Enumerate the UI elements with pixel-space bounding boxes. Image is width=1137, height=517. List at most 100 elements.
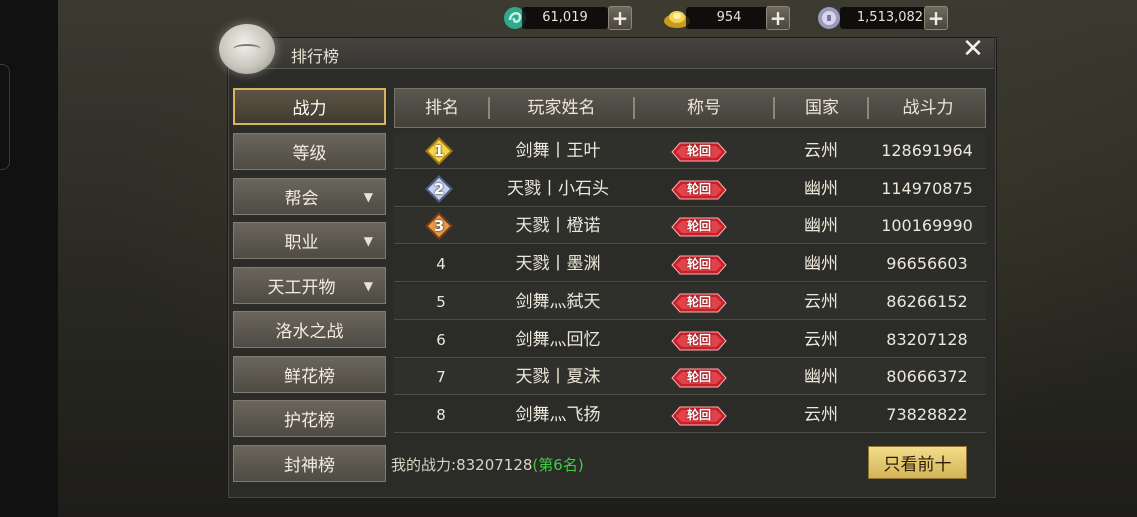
header-player-name: 玩家姓名 [527,98,596,118]
menu-item-label: 职业 [284,233,319,253]
title-text: 轮回 [686,294,711,309]
dropdown-arrow-icon: ▼ [363,190,373,204]
player-country: 云州 [804,329,838,350]
rank-number: 7 [436,368,446,387]
player-country: 云州 [804,404,838,425]
menu-item-label: 等级 [292,144,327,164]
title-text: 轮回 [686,370,711,385]
title-text: 轮回 [686,144,711,158]
menu-item-label: 护花榜 [284,411,335,431]
player-name: 剑舞灬弑天 [515,291,601,312]
menu-item-label: 战力 [292,99,327,119]
player-title-badge: 轮回 [634,322,774,358]
menu-item[interactable]: 洛水之战 [233,311,386,348]
player-name: 剑舞灬回忆 [515,329,601,350]
menu-item-label: 天工开物 [267,278,336,298]
ranking-row[interactable]: 6 剑舞灬回忆 轮回 云州 83207128 [394,322,986,358]
player-title-badge: 轮回 [634,359,774,395]
silver-coin-icon [818,7,840,29]
player-country: 幽州 [804,367,838,388]
rank-medal: 1 [394,133,488,169]
silver-medal-icon: 2 [424,174,454,204]
rank-number: 8 [436,405,446,424]
player-name: 天戮丨小石头 [507,178,609,199]
my-power-label: 我的战力: [391,456,457,474]
player-name: 天戮丨墨渊 [515,254,601,275]
player-country: 云州 [804,291,838,312]
menu-item-label: 鲜花榜 [284,367,335,387]
menu-item[interactable]: 帮会 ▼ [233,178,386,215]
add-jade-button[interactable]: + [608,6,632,30]
player-title-badge: 轮回 [634,284,774,320]
player-power: 96656603 [886,254,968,274]
header-title: 称号 [687,98,721,118]
title-text: 轮回 [686,181,711,196]
player-power: 83207128 [886,329,968,349]
ranking-row[interactable]: 1 剑舞丨王叶 轮回 云州 128691964 [394,133,986,169]
gold-amount: 954 [686,7,772,29]
rank-number: 6 [436,330,446,349]
my-rank: (第6名) [532,456,584,474]
my-power: 我的战力:83207128(第6名) [391,454,584,475]
menu-item[interactable]: 鲜花榜 [233,356,386,393]
rank-number: 5 [436,292,446,311]
ranking-row[interactable]: 3 天戮丨橙诺 轮回 幽州 100169990 [394,208,986,245]
menu-item[interactable]: 天工开物 ▼ [233,267,386,304]
player-name: 天戮丨橙诺 [515,216,601,237]
player-title-badge: 轮回 [634,171,774,207]
jade-amount: 61,019 [522,7,608,29]
menu-item[interactable]: 战力 [233,88,386,125]
player-title-badge: 轮回 [634,397,774,433]
panel-header [228,38,994,69]
show-top-ten-button[interactable]: 只看前十 [868,446,967,479]
add-silver-button[interactable]: + [924,6,948,30]
player-country: 云州 [804,141,838,161]
rank-number: 3 [433,217,445,236]
ranking-row[interactable]: 5 剑舞灬弑天 轮回 云州 86266152 [394,284,986,320]
title-text: 轮回 [686,219,711,234]
player-country: 幽州 [804,178,838,199]
rank-number: 4 [436,255,446,274]
menu-item[interactable]: 封神榜 [233,445,386,482]
menu-item-label: 洛水之战 [275,322,344,342]
panel-title: 排行榜 [291,47,340,66]
medallion-icon [219,24,275,74]
player-power: 100169990 [881,216,973,236]
menu-item[interactable]: 等级 [233,133,386,170]
gold-medal-icon: 1 [424,136,454,166]
player-power: 86266152 [886,291,968,311]
player-title-badge: 轮回 [634,208,774,244]
menu-item-label: 帮会 [284,189,319,209]
rank-number: 2 [433,179,445,198]
ranking-row[interactable]: 2 天戮丨小石头 轮回 幽州 114970875 [394,171,986,207]
header-power: 战斗力 [902,98,954,118]
dropdown-arrow-icon: ▼ [363,234,373,248]
menu-item[interactable]: 护花榜 [233,400,386,437]
player-name: 剑舞丨王叶 [515,141,601,161]
rank-medal: 3 [394,208,488,244]
menu-item[interactable]: 职业 ▼ [233,222,386,259]
bronze-medal-icon: 3 [424,211,454,241]
player-power: 80666372 [886,367,968,387]
ranking-row[interactable]: 8 剑舞灬飞扬 轮回 云州 73828822 [394,397,986,433]
player-name: 剑舞灬飞扬 [515,404,601,425]
title-text: 轮回 [686,257,711,272]
header-country: 国家 [805,98,839,118]
player-power: 114970875 [881,178,973,198]
my-power-value: 83207128 [456,456,533,474]
title-text: 轮回 [686,407,711,422]
close-icon[interactable]: ✕ [958,36,988,62]
rank-number: 1 [433,142,445,160]
menu-item-label: 封神榜 [284,456,335,476]
player-title-badge: 轮回 [634,246,774,282]
rank-medal: 2 [394,171,488,207]
player-title-badge: 轮回 [634,133,774,169]
player-power: 128691964 [881,141,973,160]
screen-notch [0,64,10,170]
player-power: 73828822 [886,404,968,424]
player-country: 幽州 [804,216,838,237]
ranking-row[interactable]: 7 天戮丨夏沫 轮回 幽州 80666372 [394,359,986,396]
add-gold-button[interactable]: + [766,6,790,30]
table-header: 排名 玩家姓名 称号 国家 战斗力 [394,88,986,128]
ranking-row[interactable]: 4 天戮丨墨渊 轮回 幽州 96656603 [394,246,986,283]
